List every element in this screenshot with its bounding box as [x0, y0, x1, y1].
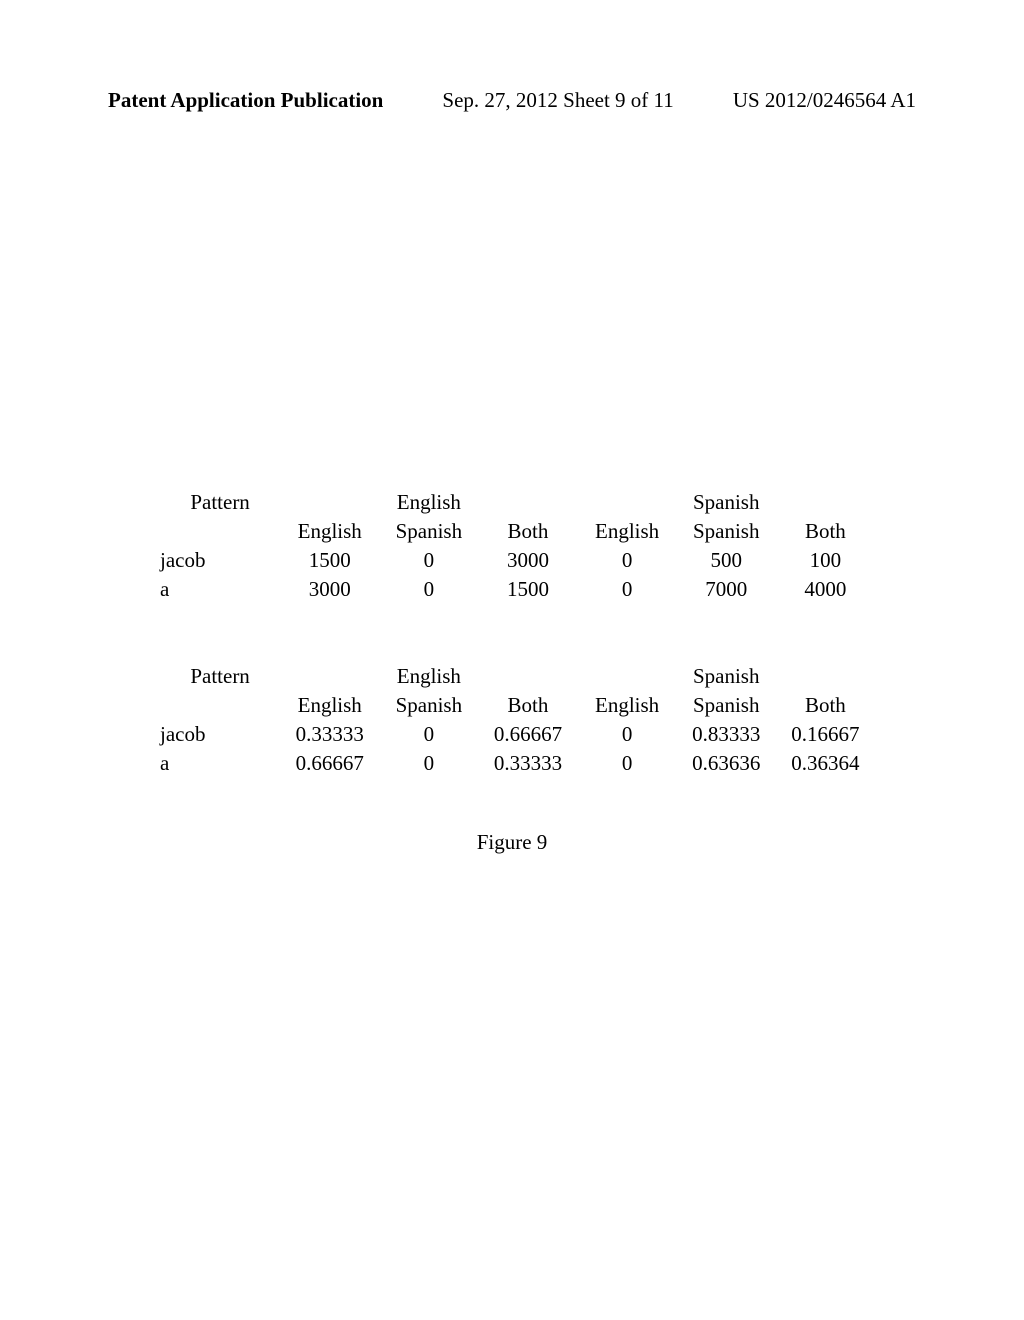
header-center: Sep. 27, 2012 Sheet 9 of 11 [383, 88, 732, 113]
col-header: Both [478, 517, 577, 546]
cell-pattern: jacob [160, 546, 280, 575]
col-header: Spanish [379, 517, 478, 546]
col-header-pattern: Pattern [160, 662, 280, 691]
header-right: US 2012/0246564 A1 [733, 88, 916, 113]
cell-pattern: jacob [160, 720, 280, 749]
col-header: Spanish [677, 517, 776, 546]
col-group-spanish: Spanish [677, 662, 776, 691]
col-header: Both [776, 517, 875, 546]
page-header: Patent Application Publication Sep. 27, … [108, 88, 916, 113]
cell-value: 0.83333 [677, 720, 776, 749]
table-row: Pattern English Spanish [160, 488, 875, 517]
table-row: a 0.66667 0 0.33333 0 0.63636 0.36364 [160, 749, 875, 778]
table-row: jacob 1500 0 3000 0 500 100 [160, 546, 875, 575]
cell-value: 0.33333 [280, 720, 379, 749]
spacer [160, 604, 875, 662]
col-header: Both [776, 691, 875, 720]
data-table-2: Pattern English Spanish English Spanish … [160, 662, 875, 778]
cell-value: 0 [578, 720, 677, 749]
cell-value: 0.66667 [478, 720, 577, 749]
cell-value: 3000 [280, 575, 379, 604]
col-header: English [280, 517, 379, 546]
cell-value: 0 [578, 575, 677, 604]
cell-value: 3000 [478, 546, 577, 575]
cell-value: 0 [379, 546, 478, 575]
col-group-spanish: Spanish [677, 488, 776, 517]
cell-value: 500 [677, 546, 776, 575]
col-header: English [578, 691, 677, 720]
header-left: Patent Application Publication [108, 88, 383, 113]
cell-value: 0.36364 [776, 749, 875, 778]
col-group-english: English [379, 662, 478, 691]
page: Patent Application Publication Sep. 27, … [0, 0, 1024, 1320]
table-row: Pattern English Spanish [160, 662, 875, 691]
table-row: English Spanish Both English Spanish Bot… [160, 691, 875, 720]
col-header: Both [478, 691, 577, 720]
cell-value: 0.66667 [280, 749, 379, 778]
cell-value: 0 [578, 749, 677, 778]
col-header: English [280, 691, 379, 720]
cell-value: 0.63636 [677, 749, 776, 778]
cell-value: 7000 [677, 575, 776, 604]
table-row: English Spanish Both English Spanish Bot… [160, 517, 875, 546]
col-header: Spanish [677, 691, 776, 720]
table-row: a 3000 0 1500 0 7000 4000 [160, 575, 875, 604]
cell-value: 4000 [776, 575, 875, 604]
cell-value: 1500 [280, 546, 379, 575]
col-header-pattern: Pattern [160, 488, 280, 517]
cell-value: 100 [776, 546, 875, 575]
cell-value: 0.16667 [776, 720, 875, 749]
data-table-1: Pattern English Spanish English Spanish … [160, 488, 875, 604]
table-row: jacob 0.33333 0 0.66667 0 0.83333 0.1666… [160, 720, 875, 749]
cell-value: 0 [578, 546, 677, 575]
cell-value: 0 [379, 749, 478, 778]
cell-value: 0 [379, 720, 478, 749]
cell-value: 0.33333 [478, 749, 577, 778]
col-group-english: English [379, 488, 478, 517]
col-header: Spanish [379, 691, 478, 720]
cell-value: 0 [379, 575, 478, 604]
cell-pattern: a [160, 749, 280, 778]
cell-pattern: a [160, 575, 280, 604]
figure-caption: Figure 9 [0, 830, 1024, 855]
cell-value: 1500 [478, 575, 577, 604]
col-header: English [578, 517, 677, 546]
tables-container: Pattern English Spanish English Spanish … [160, 488, 875, 778]
